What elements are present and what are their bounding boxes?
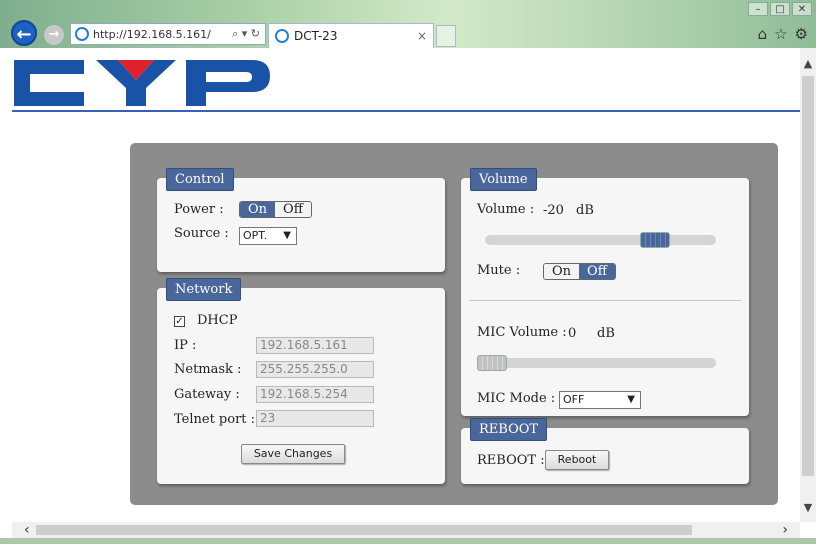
- network-box: Network ✓ DHCP IP : 192.168.5.161 Netmas…: [157, 278, 445, 484]
- mic-mode-select[interactable]: OFF ▼: [559, 391, 641, 409]
- ie-icon: [275, 29, 289, 43]
- power-off-option[interactable]: Off: [275, 202, 311, 217]
- mute-toggle[interactable]: On Off: [543, 263, 616, 280]
- star-icon[interactable]: ☆: [774, 25, 787, 43]
- ip-field[interactable]: 192.168.5.161: [256, 337, 374, 354]
- control-legend: Control: [166, 168, 234, 191]
- mic-mode-select-value: OFF: [563, 393, 585, 406]
- netmask-label: Netmask :: [174, 362, 242, 377]
- tab-title: DCT-23: [294, 29, 338, 43]
- chevron-down-icon: ▼: [283, 230, 291, 241]
- reboot-box: REBOOT REBOOT : Reboot: [461, 418, 749, 484]
- browser-chrome: – □ ✕ ← → http://192.168.5.161/ ⌕ ▾ ↻ DC…: [0, 0, 816, 48]
- minimize-button[interactable]: –: [748, 2, 768, 16]
- mic-volume-label: MIC Volume :: [477, 325, 567, 340]
- save-changes-button[interactable]: Save Changes: [241, 444, 345, 464]
- taskbar-strip: [0, 538, 816, 544]
- mic-volume-value: 0: [568, 326, 577, 341]
- maximize-button[interactable]: □: [770, 2, 790, 16]
- telnet-port-label: Telnet port :: [174, 412, 256, 427]
- scroll-right-icon[interactable]: ›: [782, 522, 788, 538]
- scroll-down-icon[interactable]: ▼: [800, 500, 816, 516]
- gear-icon[interactable]: ⚙: [795, 25, 808, 43]
- address-url[interactable]: http://192.168.5.161/: [93, 28, 232, 41]
- mic-volume-slider-thumb[interactable]: [477, 355, 507, 371]
- cyp-logo: [14, 60, 270, 106]
- volume-box: Volume Volume : -20 dB Mute : On Off MIC…: [461, 168, 749, 416]
- page-viewport: Control Power : On Off Source : OPT. ▼ N…: [12, 48, 800, 522]
- tab-dct-23[interactable]: DCT-23 ×: [268, 23, 434, 48]
- mic-volume-slider[interactable]: [477, 358, 716, 368]
- close-window-button[interactable]: ✕: [792, 2, 812, 16]
- ip-label: IP :: [174, 338, 197, 353]
- dhcp-checkbox[interactable]: ✓: [174, 316, 185, 327]
- volume-slider-thumb[interactable]: [639, 232, 670, 248]
- reboot-button[interactable]: Reboot: [545, 450, 609, 470]
- control-box: Control Power : On Off Source : OPT. ▼: [157, 168, 445, 272]
- power-label: Power :: [174, 202, 224, 217]
- vertical-scroll-thumb[interactable]: [802, 76, 814, 476]
- back-button[interactable]: ←: [11, 20, 37, 46]
- mic-volume-unit: dB: [597, 326, 615, 341]
- address-bar[interactable]: http://192.168.5.161/ ⌕ ▾ ↻: [70, 23, 266, 45]
- forward-button[interactable]: →: [44, 25, 64, 45]
- window-controls: – □ ✕: [748, 2, 812, 16]
- source-select[interactable]: OPT. ▼: [239, 227, 297, 245]
- volume-divider: [469, 300, 741, 301]
- new-tab-button[interactable]: [436, 25, 456, 47]
- network-legend: Network: [166, 278, 242, 301]
- power-toggle[interactable]: On Off: [239, 201, 312, 218]
- volume-label: Volume :: [477, 202, 535, 217]
- ie-icon: [75, 27, 89, 41]
- volume-legend: Volume: [470, 168, 537, 191]
- power-on-option[interactable]: On: [240, 202, 276, 217]
- volume-value: -20: [543, 203, 564, 218]
- source-label: Source :: [174, 226, 229, 241]
- mute-on-option[interactable]: On: [544, 264, 580, 279]
- toolbar-icons: ⌂ ☆ ⚙: [758, 25, 808, 43]
- gateway-label: Gateway :: [174, 387, 240, 402]
- volume-unit: dB: [576, 203, 594, 218]
- volume-slider[interactable]: [485, 235, 716, 245]
- address-tools[interactable]: ⌕ ▾ ↻: [232, 27, 265, 41]
- horizontal-scrollbar[interactable]: ‹ ›: [12, 522, 800, 538]
- vertical-scrollbar[interactable]: ▲ ▼: [800, 48, 816, 522]
- mute-label: Mute :: [477, 263, 521, 278]
- dhcp-label: DHCP: [197, 313, 238, 328]
- reboot-label: REBOOT :: [477, 453, 545, 468]
- home-icon[interactable]: ⌂: [758, 25, 768, 43]
- netmask-field[interactable]: 255.255.255.0: [256, 361, 374, 378]
- settings-panel: Control Power : On Off Source : OPT. ▼ N…: [130, 143, 778, 505]
- telnet-port-field[interactable]: 23: [256, 410, 374, 427]
- tab-close-icon[interactable]: ×: [417, 29, 433, 43]
- mic-mode-label: MIC Mode :: [477, 391, 556, 406]
- reboot-legend: REBOOT: [470, 418, 548, 441]
- source-select-value: OPT.: [243, 229, 268, 242]
- horizontal-scroll-thumb[interactable]: [36, 525, 692, 535]
- chevron-down-icon: ▼: [627, 394, 635, 405]
- scroll-left-icon[interactable]: ‹: [24, 522, 30, 538]
- mute-off-option[interactable]: Off: [579, 264, 615, 279]
- scroll-up-icon[interactable]: ▲: [800, 56, 816, 72]
- header-rule: [12, 110, 800, 112]
- gateway-field[interactable]: 192.168.5.254: [256, 386, 374, 403]
